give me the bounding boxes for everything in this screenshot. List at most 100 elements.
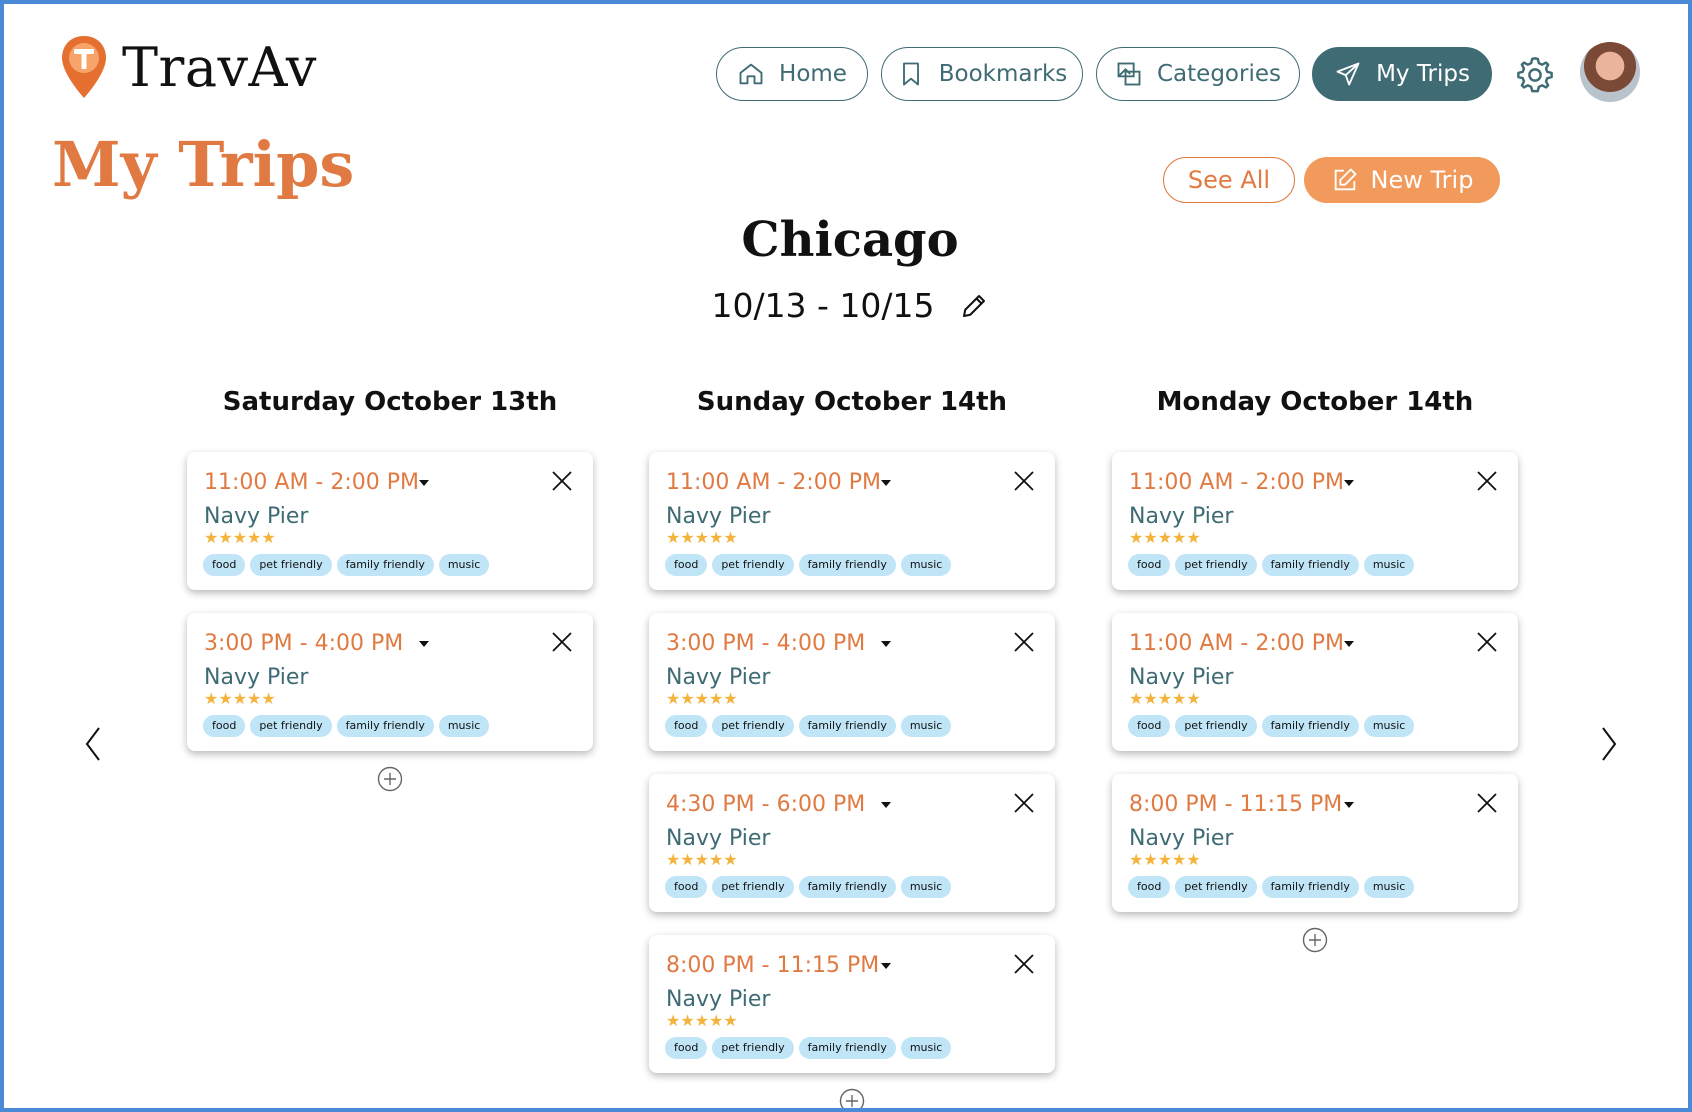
time-dropdown-caret-icon[interactable] bbox=[1344, 802, 1354, 808]
event-place-name[interactable]: Navy Pier bbox=[1129, 665, 1233, 690]
tag-chip[interactable]: music bbox=[900, 715, 952, 737]
tag-chip[interactable]: family friendly bbox=[336, 715, 434, 737]
event-time: 8:00 PM - 11:15 PM bbox=[1129, 792, 1343, 817]
remove-event-close-icon[interactable] bbox=[551, 631, 573, 653]
nav-bookmarks-button[interactable]: Bookmarks bbox=[881, 47, 1083, 101]
event-time: 11:00 AM - 2:00 PM bbox=[1129, 470, 1344, 495]
time-dropdown-caret-icon[interactable] bbox=[881, 963, 891, 969]
trip-dates: 10/13 - 10/15 bbox=[711, 286, 935, 325]
tag-chip[interactable]: food bbox=[1128, 715, 1171, 737]
remove-event-close-icon[interactable] bbox=[1476, 470, 1498, 492]
next-chevron-icon[interactable] bbox=[1595, 724, 1621, 764]
time-dropdown-caret-icon[interactable] bbox=[419, 641, 429, 647]
tag-chip[interactable]: pet friendly bbox=[712, 715, 794, 737]
event-time: 11:00 AM - 2:00 PM bbox=[1129, 631, 1344, 656]
remove-event-close-icon[interactable] bbox=[1013, 470, 1035, 492]
time-dropdown-caret-icon[interactable] bbox=[419, 480, 429, 486]
nav-my-trips-button[interactable]: My Trips bbox=[1312, 47, 1492, 101]
tag-chip[interactable]: food bbox=[203, 715, 246, 737]
tag-chip[interactable]: pet friendly bbox=[712, 1037, 794, 1059]
event-card[interactable]: 11:00 AM - 2:00 PM Navy Pier ★★★★★ food pet … bbox=[1112, 452, 1518, 590]
previous-chevron-icon[interactable] bbox=[81, 724, 107, 764]
remove-event-close-icon[interactable] bbox=[1476, 631, 1498, 653]
tag-chip[interactable]: food bbox=[665, 715, 708, 737]
remove-event-close-icon[interactable] bbox=[1013, 631, 1035, 653]
tag-chip[interactable]: family friendly bbox=[1261, 715, 1359, 737]
time-dropdown-caret-icon[interactable] bbox=[881, 802, 891, 808]
tag-chip[interactable]: music bbox=[900, 876, 952, 898]
event-place-name[interactable]: Navy Pier bbox=[204, 665, 308, 690]
event-place-name[interactable]: Navy Pier bbox=[1129, 826, 1233, 851]
remove-event-close-icon[interactable] bbox=[1013, 792, 1035, 814]
star-rating: ★★★★★ bbox=[666, 689, 738, 708]
star-rating: ★★★★★ bbox=[666, 528, 738, 547]
tag-chip[interactable]: family friendly bbox=[1261, 876, 1359, 898]
tag-chip[interactable]: family friendly bbox=[798, 554, 896, 576]
event-card[interactable]: 8:00 PM - 11:15 PM Navy Pier ★★★★★ food pet … bbox=[1112, 774, 1518, 912]
tag-chip[interactable]: family friendly bbox=[1261, 554, 1359, 576]
tag-chip[interactable]: family friendly bbox=[798, 715, 896, 737]
app-name: TravAv bbox=[122, 35, 317, 99]
add-event-plus-icon[interactable] bbox=[1302, 927, 1328, 953]
event-card[interactable]: 11:00 AM - 2:00 PM Navy Pier ★★★★★ food pet … bbox=[187, 452, 593, 590]
remove-event-close-icon[interactable] bbox=[551, 470, 573, 492]
tag-chip[interactable]: music bbox=[438, 715, 490, 737]
tag-chip[interactable]: family friendly bbox=[336, 554, 434, 576]
tag-chip[interactable]: pet friendly bbox=[1175, 554, 1257, 576]
event-place-name[interactable]: Navy Pier bbox=[204, 504, 308, 529]
tag-chip[interactable]: music bbox=[900, 554, 952, 576]
remove-event-close-icon[interactable] bbox=[1013, 953, 1035, 975]
time-dropdown-caret-icon[interactable] bbox=[881, 641, 891, 647]
tag-chip[interactable]: pet friendly bbox=[712, 876, 794, 898]
nav-categories-button[interactable]: Categories bbox=[1096, 47, 1300, 101]
logo[interactable]: TravAv bbox=[60, 34, 317, 100]
star-rating: ★★★★★ bbox=[204, 528, 276, 547]
day-column: Sunday October 14th 11:00 AM - 2:00 PM Nav… bbox=[649, 384, 1055, 1108]
tag-chip[interactable]: music bbox=[1363, 554, 1415, 576]
tag-list: food pet friendly family friendly music bbox=[665, 554, 956, 576]
tag-chip[interactable]: family friendly bbox=[798, 876, 896, 898]
see-all-button[interactable]: See All bbox=[1163, 157, 1295, 203]
star-rating: ★★★★★ bbox=[666, 1011, 738, 1030]
tag-chip[interactable]: music bbox=[1363, 715, 1415, 737]
tag-chip[interactable]: food bbox=[203, 554, 246, 576]
event-card[interactable]: 3:00 PM - 4:00 PM Navy Pier ★★★★★ food pet f… bbox=[187, 613, 593, 751]
user-avatar[interactable] bbox=[1580, 42, 1640, 102]
tag-chip[interactable]: food bbox=[665, 1037, 708, 1059]
tag-chip[interactable]: pet friendly bbox=[712, 554, 794, 576]
tag-chip[interactable]: pet friendly bbox=[250, 715, 332, 737]
page-title: My Trips bbox=[52, 128, 355, 201]
event-card[interactable]: 3:00 PM - 4:00 PM Navy Pier ★★★★★ food pet f… bbox=[649, 613, 1055, 751]
event-place-name[interactable]: Navy Pier bbox=[666, 504, 770, 529]
time-dropdown-caret-icon[interactable] bbox=[881, 480, 891, 486]
tag-chip[interactable]: pet friendly bbox=[1175, 876, 1257, 898]
tag-chip[interactable]: food bbox=[665, 876, 708, 898]
nav-home-button[interactable]: Home bbox=[716, 47, 868, 101]
event-card[interactable]: 11:00 AM - 2:00 PM Navy Pier ★★★★★ food pet … bbox=[1112, 613, 1518, 751]
tag-chip[interactable]: pet friendly bbox=[1175, 715, 1257, 737]
event-card[interactable]: 11:00 AM - 2:00 PM Navy Pier ★★★★★ food pet … bbox=[649, 452, 1055, 590]
tag-chip[interactable]: family friendly bbox=[798, 1037, 896, 1059]
event-place-name[interactable]: Navy Pier bbox=[666, 826, 770, 851]
tag-chip[interactable]: music bbox=[1363, 876, 1415, 898]
new-trip-button[interactable]: New Trip bbox=[1304, 157, 1500, 203]
tag-chip[interactable]: pet friendly bbox=[250, 554, 332, 576]
tag-chip[interactable]: food bbox=[1128, 876, 1171, 898]
event-place-name[interactable]: Navy Pier bbox=[666, 987, 770, 1012]
tag-chip[interactable]: food bbox=[665, 554, 708, 576]
add-event-plus-icon[interactable] bbox=[839, 1088, 865, 1108]
event-card[interactable]: 8:00 PM - 11:15 PM Navy Pier ★★★★★ food pet … bbox=[649, 935, 1055, 1073]
pencil-icon[interactable] bbox=[959, 291, 989, 321]
event-place-name[interactable]: Navy Pier bbox=[1129, 504, 1233, 529]
event-place-name[interactable]: Navy Pier bbox=[666, 665, 770, 690]
remove-event-close-icon[interactable] bbox=[1476, 792, 1498, 814]
time-dropdown-caret-icon[interactable] bbox=[1344, 480, 1354, 486]
tag-chip[interactable]: music bbox=[900, 1037, 952, 1059]
location-pin-logo-icon bbox=[62, 36, 106, 98]
settings-gear-icon[interactable] bbox=[1514, 54, 1556, 96]
event-card[interactable]: 4:30 PM - 6:00 PM Navy Pier ★★★★★ food pet f… bbox=[649, 774, 1055, 912]
tag-chip[interactable]: food bbox=[1128, 554, 1171, 576]
add-event-plus-icon[interactable] bbox=[377, 766, 403, 792]
tag-chip[interactable]: music bbox=[438, 554, 490, 576]
time-dropdown-caret-icon[interactable] bbox=[1344, 641, 1354, 647]
